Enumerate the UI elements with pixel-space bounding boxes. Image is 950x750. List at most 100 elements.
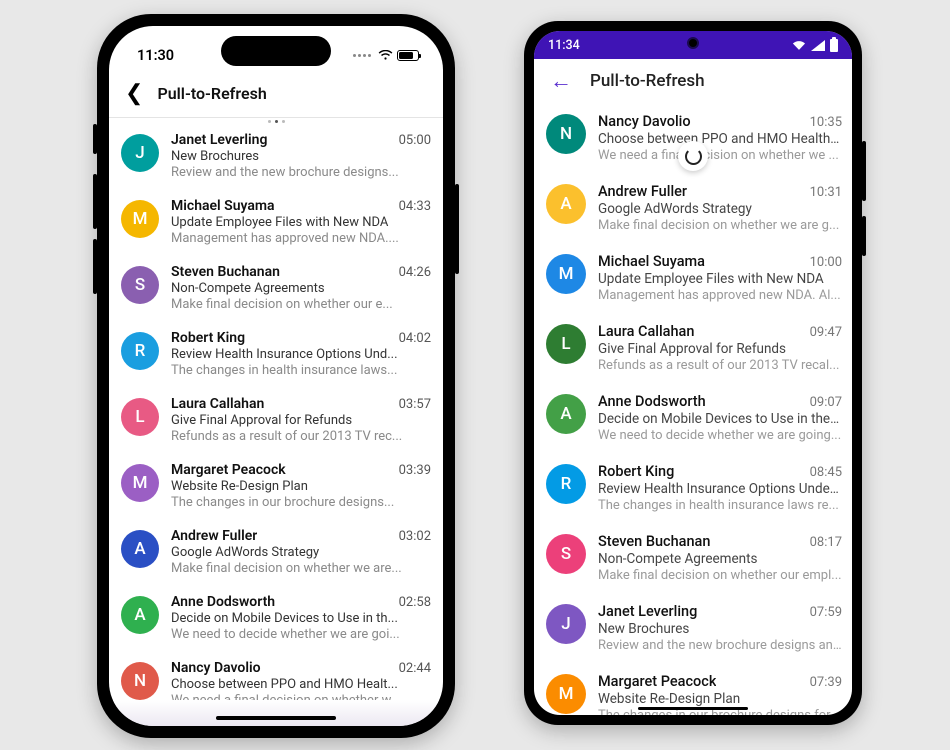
sender-name: Nancy Davolio: [598, 113, 691, 130]
wifi-icon: [378, 50, 393, 61]
signal-icon: [811, 40, 825, 51]
list-item[interactable]: RRobert King08:45Review Health Insurance…: [534, 453, 852, 523]
list-item[interactable]: LLaura Callahan03:57Give Final Approval …: [109, 387, 443, 453]
avatar: M: [546, 254, 586, 294]
preview-text: Management has approved new NDA....: [171, 231, 431, 246]
list-item[interactable]: M Michael Suyama 10:00Update Employee File…: [534, 243, 852, 313]
subject: Choose between PPO and HMO Healt...: [171, 677, 431, 692]
subject: Update Employee Files with New NDA: [171, 215, 431, 230]
status-time: 11:30: [137, 47, 174, 64]
cellular-icon: [353, 54, 371, 57]
sender-name: Steven Buchanan: [171, 264, 280, 280]
bottom-fade: [109, 700, 443, 726]
subject: New Brochures: [171, 149, 431, 164]
sender-name: Nancy Davolio: [171, 660, 261, 676]
timestamp: 08:17: [810, 535, 842, 550]
avatar: M: [121, 200, 159, 238]
preview-text: We need to decide whether we are goi...: [171, 627, 431, 642]
list-item[interactable]: AAnne Dodsworth09:07Decide on Mobile Dev…: [534, 383, 852, 453]
sender-name: Laura Callahan: [598, 323, 694, 340]
battery-icon: [397, 50, 419, 61]
list-item[interactable]: RRobert King04:02Review Health Insurance…: [109, 321, 443, 387]
spinner-icon: [685, 148, 702, 165]
preview-text: Make final decision on whether we are...: [171, 561, 431, 576]
avatar: M: [121, 464, 159, 502]
list-item[interactable]: NNancy Davolio02:44Choose between PPO an…: [109, 651, 443, 700]
subject: Choose between PPO and HMO Health ...: [598, 131, 842, 147]
sender-name: Andrew Fuller: [171, 528, 257, 544]
android-device-frame: 11:34 ← Pull-to-Refresh NNancy Davolio10…: [524, 21, 862, 725]
timestamp: 07:59: [810, 605, 842, 620]
list-item[interactable]: SSteven Buchanan08:17Non-Compete Agreeme…: [534, 523, 852, 593]
timestamp: 09:47: [810, 325, 842, 340]
iphone-device-frame: 11:30 ❮ Pull-to-Refresh JJanet Leverling…: [97, 14, 455, 738]
pull-refresh-spinner: [678, 141, 708, 171]
sender-name: Janet Leverling: [598, 603, 697, 620]
avatar: L: [546, 324, 586, 364]
volume-rocker: [862, 141, 866, 201]
timestamp: 08:45: [810, 465, 842, 480]
navigation-bar-handle: [638, 707, 748, 711]
android-app-bar: ← Pull-to-Refresh: [534, 59, 852, 103]
avatar: S: [546, 534, 586, 574]
preview-text: Make final decision on whether our e...: [171, 297, 431, 312]
email-list[interactable]: JJanet Leverling05:00New BrochuresReview…: [109, 123, 443, 700]
sender-name: Michael Suyama: [598, 253, 705, 270]
avatar: J: [546, 604, 586, 644]
power-button: [455, 184, 459, 274]
list-item[interactable]: JJanet Leverling05:00New BrochuresReview…: [109, 123, 443, 189]
preview-text: We need a final decision on whether w...: [171, 693, 431, 700]
timestamp: 04:26: [399, 265, 431, 280]
subject: Decide on Mobile Devices to Use in the F…: [598, 411, 842, 427]
timestamp: 10:00: [810, 255, 842, 270]
preview-text: Make final decision on whether our empl.…: [598, 568, 842, 583]
timestamp: 07:39: [810, 675, 842, 690]
preview-text: We need a final decision on whether we .…: [598, 148, 842, 163]
avatar: S: [121, 266, 159, 304]
list-item[interactable]: J Janet Leverling 07:59New BrochuresReview…: [534, 593, 852, 663]
email-list[interactable]: NNancy Davolio10:35Choose between PPO an…: [534, 103, 852, 715]
android-status-bar: 11:34: [534, 31, 852, 59]
preview-text: Make final decision on whether we are g.…: [598, 218, 842, 233]
status-time: 11:34: [548, 38, 580, 53]
preview-text: Review and the new brochure designs...: [171, 165, 431, 180]
timestamp: 03:39: [399, 463, 431, 478]
sender-name: Anne Dodsworth: [598, 393, 706, 410]
battery-icon: [830, 39, 838, 52]
timestamp: 02:58: [399, 595, 431, 610]
preview-text: The changes in our brochure designs...: [171, 495, 431, 510]
subject: Update Employee Files with New NDA: [598, 271, 842, 287]
subject: Website Re-Design Plan: [598, 691, 842, 707]
home-indicator: [216, 716, 336, 720]
subject: Google AdWords Strategy: [171, 545, 431, 560]
camera-hole: [687, 37, 699, 49]
page-title: Pull-to-Refresh: [157, 84, 266, 103]
preview-text: Review and the new brochure designs an..…: [598, 638, 842, 653]
list-item[interactable]: AAndrew Fuller10:31Google AdWords Strate…: [534, 173, 852, 243]
list-item[interactable]: AAndrew Fuller03:02Google AdWords Strate…: [109, 519, 443, 585]
avatar: A: [546, 184, 586, 224]
list-item[interactable]: MMichael Suyama04:33Update Employee File…: [109, 189, 443, 255]
preview-text: The changes in health insurance laws...: [171, 363, 431, 378]
sender-name: Michael Suyama: [171, 198, 275, 214]
subject: New Brochures: [598, 621, 842, 637]
sender-name: Margaret Peacock: [598, 673, 716, 690]
avatar: L: [121, 398, 159, 436]
list-item[interactable]: AAnne Dodsworth02:58Decide on Mobile Dev…: [109, 585, 443, 651]
avatar: R: [546, 464, 586, 504]
back-chevron-icon[interactable]: ❮: [119, 81, 149, 106]
timestamp: 10:35: [810, 115, 842, 130]
subject: Website Re-Design Plan: [171, 479, 431, 494]
back-arrow-icon[interactable]: ←: [544, 68, 582, 94]
timestamp: 02:44: [399, 661, 431, 676]
avatar: A: [121, 596, 159, 634]
subject: Review Health Insurance Options Under ..…: [598, 481, 842, 497]
list-item[interactable]: LLaura Callahan09:47Give Final Approval …: [534, 313, 852, 383]
volume-up-button: [93, 174, 97, 229]
list-item[interactable]: MMargaret Peacock03:39Website Re-Design …: [109, 453, 443, 519]
mute-switch: [93, 124, 97, 154]
sender-name: Robert King: [171, 330, 245, 346]
subject: Non-Compete Agreements: [598, 551, 842, 567]
list-item[interactable]: SSteven Buchanan04:26Non-Compete Agreeme…: [109, 255, 443, 321]
power-button: [862, 216, 866, 256]
